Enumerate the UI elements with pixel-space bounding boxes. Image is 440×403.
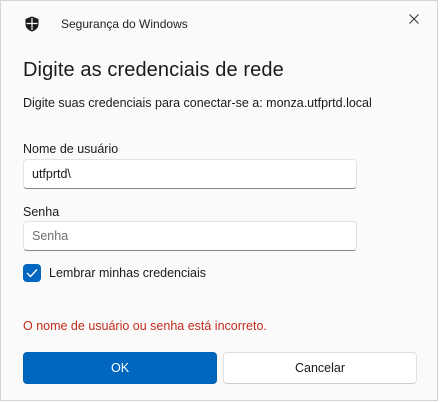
app-title: Segurança do Windows [61, 17, 188, 31]
ok-button[interactable]: OK [23, 352, 217, 384]
cancel-button[interactable]: Cancelar [223, 352, 417, 384]
close-button[interactable] [401, 9, 427, 31]
password-input[interactable] [23, 221, 357, 251]
close-icon [409, 11, 419, 29]
checkbox-checked-icon[interactable] [23, 264, 41, 282]
shield-icon [25, 16, 39, 32]
error-message: O nome de usuário ou senha está incorret… [23, 319, 267, 333]
remember-label: Lembrar minhas credenciais [49, 266, 207, 280]
username-input[interactable] [23, 159, 357, 189]
remember-credentials-checkbox[interactable]: Lembrar minhas credenciais [23, 264, 206, 282]
credentials-dialog: Segurança do Windows Digite as credencia… [0, 0, 438, 401]
dialog-heading: Digite as credenciais de rede [23, 59, 284, 81]
password-label: Senha [23, 205, 60, 219]
title-bar: Segurança do Windows [1, 1, 437, 45]
dialog-description: Digite suas credenciais para conectar-se… [23, 96, 372, 110]
username-label: Nome de usuário [23, 142, 119, 156]
